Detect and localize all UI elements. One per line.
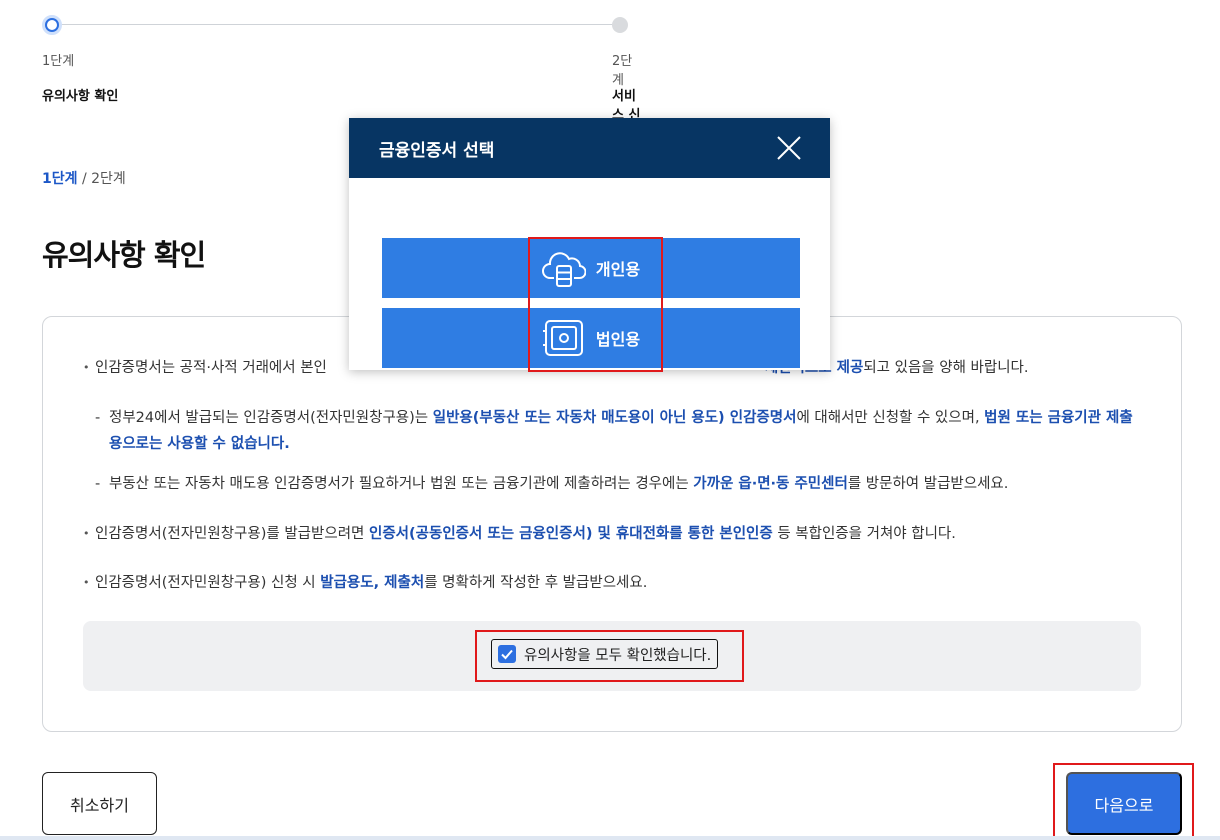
- bullet-icon: •: [83, 361, 90, 374]
- highlight-box-cert-buttons: [528, 237, 663, 372]
- highlight-box-confirm: [475, 630, 744, 682]
- modal-title: 금융인증서 선택: [379, 140, 495, 161]
- notice-subitem-1: - 정부24에서 발급되는 인감증명서(전자민원창구용)는 일반용(부동산 또는…: [95, 410, 1133, 452]
- step-1-name: 유의사항 확인: [42, 89, 119, 104]
- notice-item-2: • 인감증명서(전자민원창구용)를 발급받으려면 인증서(공동인증서 또는 금융…: [83, 521, 1143, 547]
- breadcrumb-separator: /: [77, 171, 92, 187]
- cancel-button[interactable]: 취소하기: [42, 772, 157, 835]
- step-1-number: 1단계: [42, 54, 75, 69]
- step-2-indicator: [612, 17, 628, 33]
- step-1-indicator: [42, 15, 62, 35]
- page-title: 유의사항 확인: [42, 238, 206, 272]
- bottom-strip: [0, 836, 1220, 840]
- breadcrumb: 1단계 / 2단계: [42, 168, 126, 188]
- notice-subitem-2: - 부동산 또는 자동차 매도용 인감증명서가 필요하거나 법원 또는 금융기관…: [95, 476, 1009, 492]
- highlight-box-next: [1053, 763, 1194, 840]
- close-icon[interactable]: [776, 135, 802, 161]
- bullet-icon: •: [83, 576, 90, 589]
- bullet-icon: •: [83, 527, 90, 540]
- step-2-number: 2단계: [612, 54, 633, 88]
- breadcrumb-current: 1단계: [42, 171, 78, 187]
- stepper-line: [52, 24, 622, 25]
- modal-header: 금융인증서 선택: [349, 118, 830, 178]
- breadcrumb-next: 2단계: [91, 171, 126, 187]
- notice-item-3: • 인감증명서(전자민원창구용) 신청 시 발급용도, 제출처를 명확하게 작성…: [83, 570, 1143, 596]
- stepper: 1단계 유의사항 확인 2단계 서비스 신청: [42, 14, 642, 142]
